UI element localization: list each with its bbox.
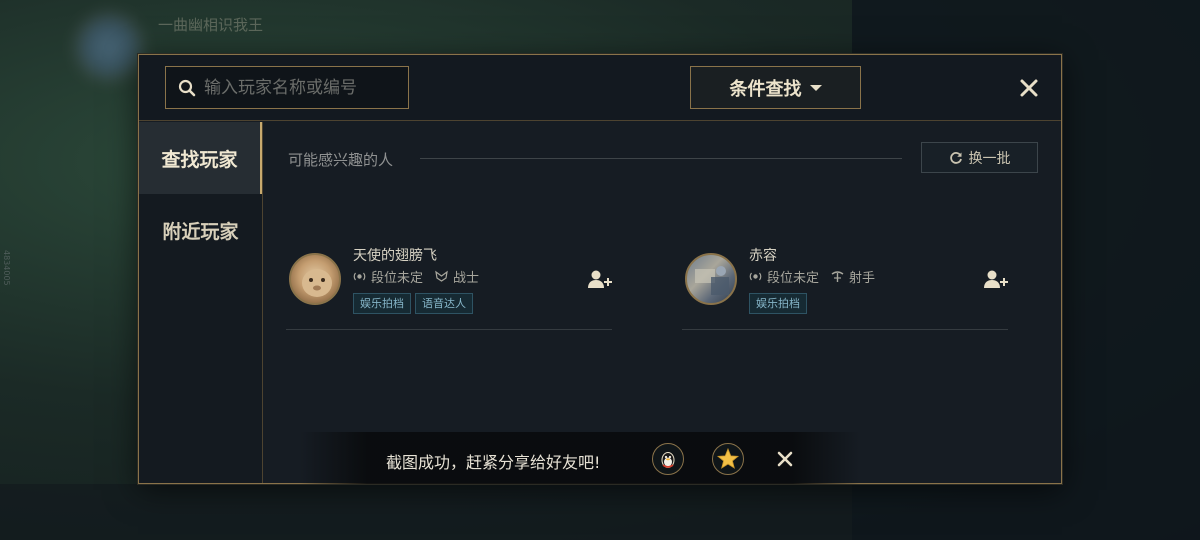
background-bottom-bar [0,484,852,540]
refresh-label: 换一批 [968,150,1011,167]
role-info: 射手 [831,267,875,286]
sidebar-item-label: 附近玩家 [162,220,239,243]
dialog-header: 条件查找 [139,55,1061,121]
player-name: 赤容 [749,248,777,264]
rank-icon [749,272,762,281]
add-friend-icon[interactable] [983,269,1009,291]
search-box[interactable] [165,66,409,109]
background-username: 一曲幽相识我王 [158,16,264,34]
background-avatar [76,14,142,80]
toast-message: 截图成功，赶紧分享给好友吧! [386,453,601,472]
role-label: 射手 [849,271,876,286]
content-area: 可能感兴趣的人 换一批 天使的翅膀飞 段位未定 战士 娱乐拍档 语音达人 赤容 … [264,122,1061,483]
sidebar-item-nearby-player[interactable]: 附近玩家 [139,194,262,266]
marksman-role-icon [831,271,844,282]
close-icon[interactable] [1018,77,1040,99]
sidebar-item-label: 查找玩家 [161,148,238,171]
player-card[interactable]: 赤容 段位未定 射手 娱乐拍档 [682,244,1008,330]
background-side-id: 4834005 [2,250,11,286]
search-icon [178,79,196,96]
player-meta: 段位未定 战士 [353,267,491,286]
photo-avatar-image [695,266,729,295]
fighter-role-icon [435,270,448,282]
tag: 娱乐拍档 [353,293,411,314]
rank-info: 段位未定 [353,267,423,286]
player-meta: 段位未定 射手 [749,267,887,286]
rank-info: 段位未定 [749,267,819,286]
close-icon[interactable] [776,450,794,468]
tag: 娱乐拍档 [749,293,807,314]
refresh-button[interactable]: 换一批 [921,142,1038,173]
chevron-down-icon [809,84,822,91]
tag-list: 娱乐拍档 [749,293,811,314]
add-friend-icon[interactable] [587,269,613,291]
filter-search-button[interactable]: 条件查找 [690,66,861,109]
section-title: 可能感兴趣的人 [288,151,394,169]
player-name: 天使的翅膀飞 [353,248,437,264]
qq-penguin-icon [661,452,675,468]
rank-label: 段位未定 [767,271,820,286]
refresh-icon [949,151,962,164]
tag: 语音达人 [415,293,473,314]
cat-avatar-image [302,269,332,297]
divider [420,158,902,159]
share-qq-button[interactable] [652,443,684,475]
role-info: 战士 [435,267,479,286]
avatar[interactable] [289,253,341,305]
rank-icon [353,272,366,281]
search-input[interactable] [204,77,399,98]
avatar[interactable] [685,253,737,305]
player-card[interactable]: 天使的翅膀飞 段位未定 战士 娱乐拍档 语音达人 [286,244,612,330]
role-label: 战士 [453,271,480,286]
filter-search-label: 条件查找 [729,78,802,100]
share-qzone-button[interactable] [712,443,744,475]
tag-list: 娱乐拍档 语音达人 [353,293,477,314]
screenshot-toast: 截图成功，赶紧分享给好友吧! [300,432,860,484]
star-icon [716,447,740,469]
sidebar: 查找玩家 附近玩家 [139,122,263,483]
rank-label: 段位未定 [371,271,424,286]
sidebar-item-find-player[interactable]: 查找玩家 [139,122,262,194]
find-player-dialog: 条件查找 查找玩家 附近玩家 可能感兴趣的人 换一批 [138,54,1062,484]
